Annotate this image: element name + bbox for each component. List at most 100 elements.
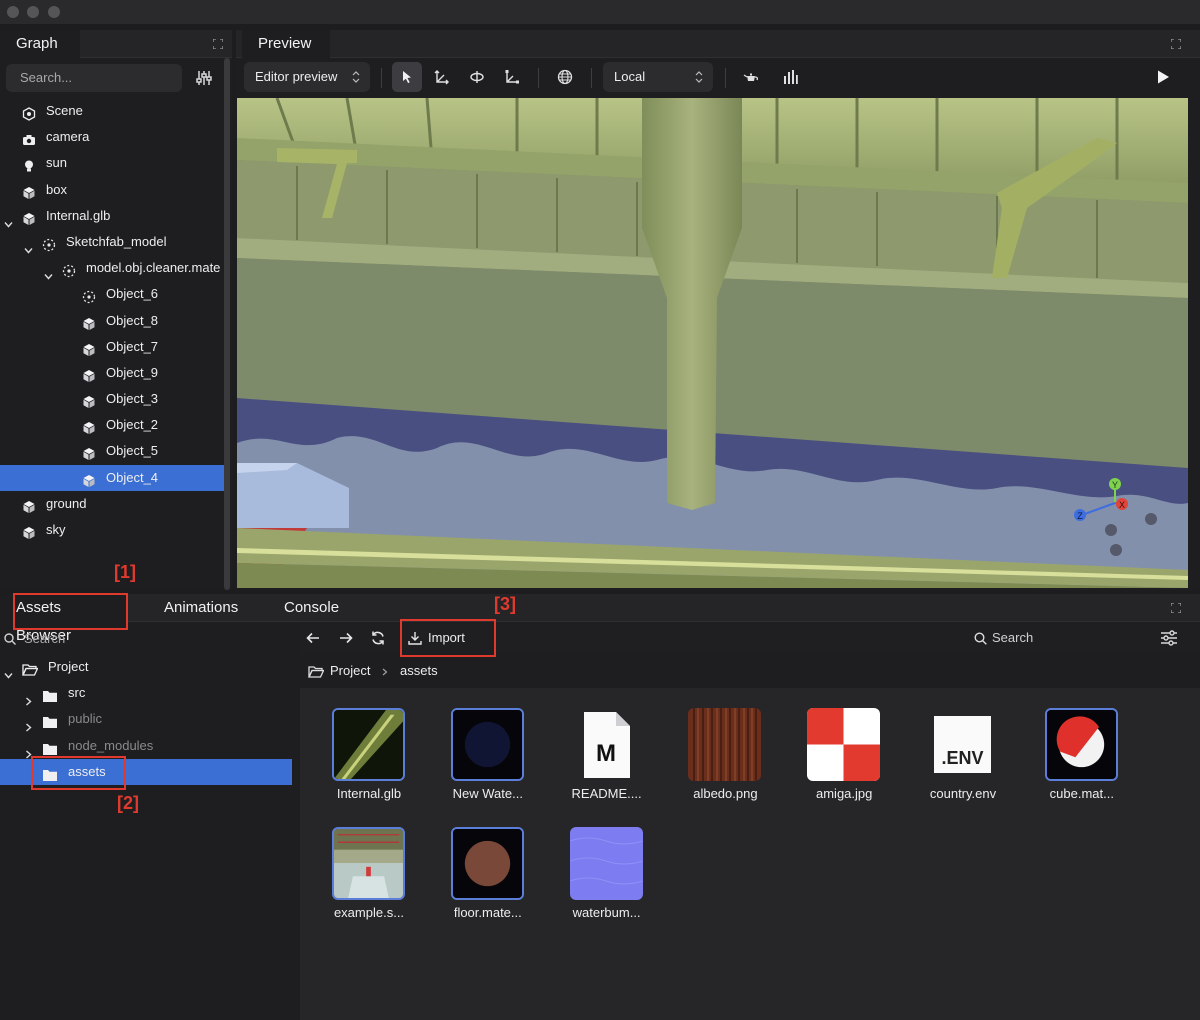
toolbar-separator bbox=[725, 68, 726, 88]
asset-search-input[interactable]: Search bbox=[974, 624, 1094, 652]
window-titlebar bbox=[0, 0, 1200, 24]
graph-search-input[interactable]: Search... bbox=[6, 64, 182, 92]
maximize-icon[interactable] bbox=[213, 39, 223, 49]
asset-internal-glb[interactable]: Internal.glb bbox=[310, 688, 420, 801]
globe-icon bbox=[557, 69, 573, 85]
chevron-right-icon[interactable] bbox=[24, 715, 33, 732]
refresh-icon[interactable] bbox=[370, 630, 386, 646]
project-folder-project[interactable]: Project bbox=[0, 654, 292, 680]
minimize-window-button[interactable] bbox=[27, 6, 39, 18]
forward-arrow-icon[interactable] bbox=[338, 630, 354, 646]
project-folder-public[interactable]: public bbox=[0, 706, 292, 732]
tab-console[interactable]: Console bbox=[268, 594, 364, 622]
graph-item-label: Object_2 bbox=[106, 417, 159, 433]
world-space-button[interactable] bbox=[550, 62, 580, 92]
maximize-window-button[interactable] bbox=[48, 6, 60, 18]
asset-country-env[interactable]: .ENV country.env bbox=[904, 688, 1014, 801]
play-button[interactable] bbox=[1148, 62, 1178, 92]
asset-example-s[interactable]: example.s... bbox=[310, 807, 420, 920]
asset-floor-mate[interactable]: floor.mate... bbox=[429, 807, 539, 920]
asset-waterbum[interactable]: waterbum... bbox=[548, 807, 658, 920]
graph-item-camera[interactable]: camera bbox=[0, 124, 224, 150]
dashed-node-icon bbox=[62, 261, 76, 278]
material-sphere-thumbnail bbox=[1044, 708, 1118, 781]
chevron-down-icon[interactable] bbox=[4, 663, 13, 679]
graph-item-object-7[interactable]: Object_7 bbox=[0, 334, 224, 360]
scale-axes-icon bbox=[505, 70, 519, 84]
chevron-right-icon[interactable] bbox=[24, 742, 33, 759]
graph-item-sketchfab-model[interactable]: Sketchfab_model bbox=[0, 229, 224, 255]
scale-tool-button[interactable] bbox=[497, 62, 527, 92]
graph-item-label: Object_6 bbox=[106, 286, 159, 302]
breadcrumb-assets[interactable]: assets bbox=[400, 654, 438, 688]
chevron-down-icon[interactable] bbox=[4, 212, 13, 228]
select-tool-button[interactable] bbox=[392, 62, 422, 92]
graph-item-object-3[interactable]: Object_3 bbox=[0, 386, 224, 412]
close-window-button[interactable] bbox=[7, 6, 19, 18]
graph-item-scene[interactable]: Scene bbox=[0, 98, 224, 124]
transform-space-value: Local bbox=[614, 69, 646, 84]
graph-item-internal-glb[interactable]: Internal.glb bbox=[0, 203, 224, 229]
maximize-icon[interactable] bbox=[1171, 603, 1181, 613]
gizmo-x-label: X bbox=[1119, 500, 1125, 510]
rotate-icon bbox=[470, 71, 484, 83]
cube-icon bbox=[82, 340, 96, 356]
teapot-button[interactable] bbox=[736, 62, 766, 92]
tab-graph[interactable]: Graph bbox=[0, 30, 80, 58]
rotate-tool-button[interactable] bbox=[462, 62, 492, 92]
asset-new-wate[interactable]: New Wate... bbox=[429, 688, 539, 801]
annotation-label-2: [2] bbox=[117, 793, 139, 813]
view-settings-icon[interactable] bbox=[1160, 630, 1178, 646]
open-folder-icon bbox=[21, 660, 39, 676]
water-material-thumbnail bbox=[450, 708, 524, 781]
filter-sliders-icon[interactable] bbox=[196, 70, 212, 86]
back-arrow-icon[interactable] bbox=[305, 630, 321, 646]
translate-tool-button[interactable] bbox=[427, 62, 457, 92]
markdown-letter: M bbox=[596, 740, 616, 767]
project-folder-src[interactable]: src bbox=[0, 680, 292, 706]
preview-toolbar: Editor preview Local bbox=[236, 58, 1200, 98]
preview-tabbar: Preview bbox=[236, 30, 1200, 58]
chevron-right-icon bbox=[382, 668, 388, 676]
graph-item-object-9[interactable]: Object_9 bbox=[0, 360, 224, 386]
stats-button[interactable] bbox=[775, 62, 805, 92]
graph-item-object-4[interactable]: Object_4 bbox=[0, 464, 224, 491]
graph-item-label: box bbox=[46, 181, 67, 197]
breadcrumb-project[interactable]: Project bbox=[330, 654, 370, 688]
tab-animations[interactable]: Animations bbox=[148, 594, 256, 622]
asset-cube-mat[interactable]: cube.mat... bbox=[1023, 688, 1133, 801]
cube-icon bbox=[22, 209, 36, 225]
chevron-down-icon[interactable] bbox=[24, 238, 33, 254]
tab-preview[interactable]: Preview bbox=[242, 30, 330, 58]
graph-item-label: Object_8 bbox=[106, 312, 159, 328]
graph-item-box[interactable]: box bbox=[0, 177, 224, 203]
cube-icon bbox=[22, 523, 36, 539]
graph-item-sun[interactable]: sun bbox=[0, 150, 224, 176]
3d-viewport[interactable]: Y X Z bbox=[237, 98, 1188, 588]
preview-mode-select[interactable]: Editor preview bbox=[244, 62, 370, 92]
toolbar-separator bbox=[381, 68, 382, 88]
asset-readme[interactable]: M README.... bbox=[548, 688, 658, 801]
transform-space-select[interactable]: Local bbox=[603, 62, 713, 92]
cube-icon bbox=[82, 471, 96, 487]
graph-item-ground[interactable]: ground bbox=[0, 491, 224, 517]
asset-amiga-jpg[interactable]: amiga.jpg bbox=[785, 688, 895, 801]
asset-name: albedo.png bbox=[693, 786, 758, 801]
project-folder-node-modules[interactable]: node_modules bbox=[0, 733, 292, 759]
asset-albedo-png[interactable]: albedo.png bbox=[666, 688, 776, 801]
bottom-tabbar: Assets Browser Animations Console bbox=[0, 594, 1200, 644]
cube-icon bbox=[82, 418, 96, 435]
graph-item-sky[interactable]: sky bbox=[0, 517, 224, 543]
asset-search-label: Search bbox=[992, 630, 1034, 645]
graph-item-object-5[interactable]: Object_5 bbox=[0, 438, 224, 464]
chevron-down-icon[interactable] bbox=[44, 264, 53, 280]
maximize-icon[interactable] bbox=[1171, 39, 1181, 49]
search-icon bbox=[974, 632, 987, 645]
graph-item-object-8[interactable]: Object_8 bbox=[0, 308, 224, 334]
chevron-right-icon[interactable] bbox=[24, 689, 33, 706]
graph-item-object-6[interactable]: Object_6 bbox=[0, 281, 224, 307]
glb-model-thumbnail bbox=[332, 708, 405, 781]
graph-item-model-obj-cleaner-mate[interactable]: model.obj.cleaner.mate bbox=[0, 255, 224, 281]
graph-item-object-2[interactable]: Object_2 bbox=[0, 412, 224, 438]
graph-scrollbar[interactable] bbox=[224, 58, 230, 590]
